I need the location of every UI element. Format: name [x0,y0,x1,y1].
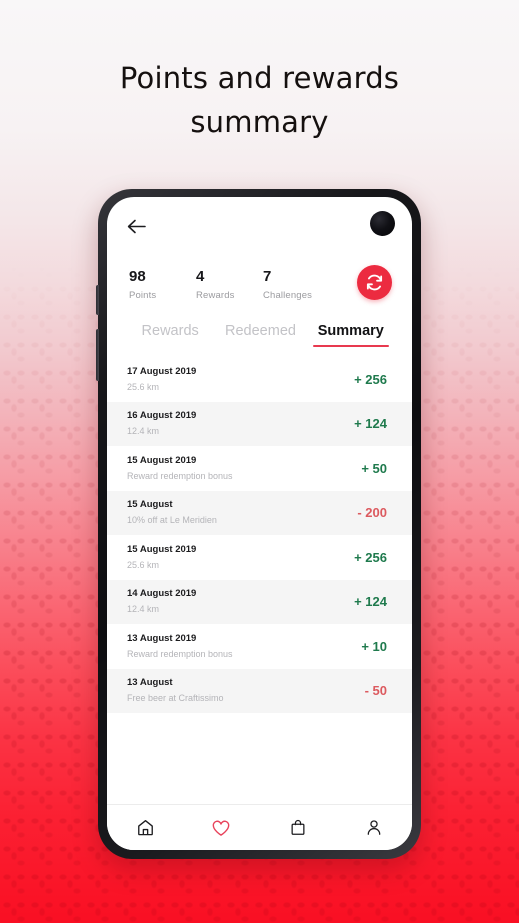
transaction-row[interactable]: 13 August 2019 Reward redemption bonus + 1… [107,624,412,669]
transaction-amount: + 256 [354,371,387,387]
transaction-detail: Reward redemption bonus [127,648,233,659]
arrow-left-icon [127,219,146,233]
refresh-icon [366,274,383,291]
transaction-row-main: 13 August 2019 Reward redemption bonus [127,633,361,660]
front-camera-punch-hole [370,211,395,236]
transaction-detail: 25.6 km [127,559,160,570]
transaction-row[interactable]: 15 August 2019 Reward redemption bonus + 5… [107,446,412,491]
stats-row: 98 Points 4 Rewards 7 Challenges [107,255,412,301]
transaction-date: 15 August 2019 [127,454,197,466]
person-icon [367,820,381,835]
transaction-date: 17 August 2019 [127,365,197,377]
transaction-row[interactable]: 17 August 2019 25.6 km + 256 [107,357,412,402]
transaction-amount: + 10 [361,638,387,654]
bottom-navigation [107,804,412,850]
nav-item-home[interactable] [107,818,183,837]
phone-mockup: 98 Points 4 Rewards 7 Challenges Rewards… [96,189,421,859]
tab-redeemed-label: Redeemed [225,323,296,339]
nav-item-bag[interactable] [260,818,336,837]
transaction-detail: 12.4 km [127,604,160,615]
transaction-detail: 10% off at Le Meridien [127,515,217,526]
back-button[interactable] [121,211,151,241]
app-top-bar [107,197,412,255]
nav-item-favorites[interactable] [183,818,259,838]
stat-points: 98 Points [129,267,196,301]
transaction-detail: Free beer at Craftissimo [127,693,224,704]
page-title-line-2: summary [190,105,329,139]
transaction-date: 16 August 2019 [127,410,197,422]
transaction-date: 15 August 2019 [127,543,197,555]
transaction-date: 13 August 2019 [127,632,197,644]
tab-summary-label: Summary [317,323,384,339]
transaction-row-main: 15 August 2019 Reward redemption bonus [127,455,361,482]
bag-icon [291,819,305,835]
transaction-row-main: 14 August 2019 12.4 km [127,588,354,615]
stat-rewards-value: 4 [196,268,205,285]
tab-summary-underline [312,344,389,347]
tab-rewards[interactable]: Rewards [125,323,215,347]
transaction-row[interactable]: 15 August 2019 25.6 km + 256 [107,535,412,580]
tab-summary[interactable]: Summary [306,323,396,347]
transaction-amount: - 50 [364,683,387,699]
stat-points-label: Points [129,290,157,301]
tab-bar: Rewards Redeemed Summary [107,301,412,347]
transaction-row-main: 16 August 2019 12.4 km [127,410,354,437]
transaction-row[interactable]: 13 August Free beer at Craftissimo - 50 [107,668,412,713]
heart-icon [213,820,230,836]
transaction-row-main: 13 August Free beer at Craftissimo [127,677,365,704]
stat-challenges-label: Challenges [263,290,313,301]
transaction-row-main: 15 August 2019 25.6 km [127,544,354,571]
home-icon [137,820,153,836]
stat-challenges: 7 Challenges [263,267,330,301]
transaction-row-main: 15 August 10% off at Le Meridien [127,499,357,526]
transaction-date: 13 August [127,677,173,689]
phone-screen: 98 Points 4 Rewards 7 Challenges Rewards… [107,197,412,850]
transaction-row[interactable]: 14 August 2019 12.4 km + 124 [107,579,412,624]
tab-redeemed[interactable]: Redeemed [215,323,305,347]
transaction-list[interactable]: 17 August 2019 25.6 km + 256 16 August 2019… [107,357,412,804]
transaction-amount: + 50 [361,460,387,476]
page-title-line-1: Points and rewards [119,61,400,95]
stat-points-value: 98 [129,268,146,285]
transaction-detail: 25.6 km [127,381,160,392]
stat-rewards-label: Rewards [196,290,235,301]
transaction-row[interactable]: 16 August 2019 12.4 km + 124 [107,401,412,446]
transaction-amount: + 124 [354,594,387,610]
transaction-row-main: 17 August 2019 25.6 km [127,366,354,393]
transaction-date: 14 August 2019 [127,588,197,600]
nav-item-profile[interactable] [336,818,412,837]
stat-challenges-value: 7 [263,268,272,285]
page-title: Points and rewards summary [0,56,519,144]
transaction-date: 15 August [127,499,173,511]
transaction-amount: + 256 [354,549,387,565]
transaction-row[interactable]: 15 August 10% off at Le Meridien - 200 [107,490,412,535]
transaction-detail: 12.4 km [127,426,160,437]
stat-rewards: 4 Rewards [196,267,263,301]
tab-rewards-label: Rewards [141,323,199,339]
transaction-detail: Reward redemption bonus [127,470,233,481]
sync-button[interactable] [357,265,392,300]
transaction-amount: - 200 [357,505,387,521]
transaction-amount: + 124 [354,416,387,432]
